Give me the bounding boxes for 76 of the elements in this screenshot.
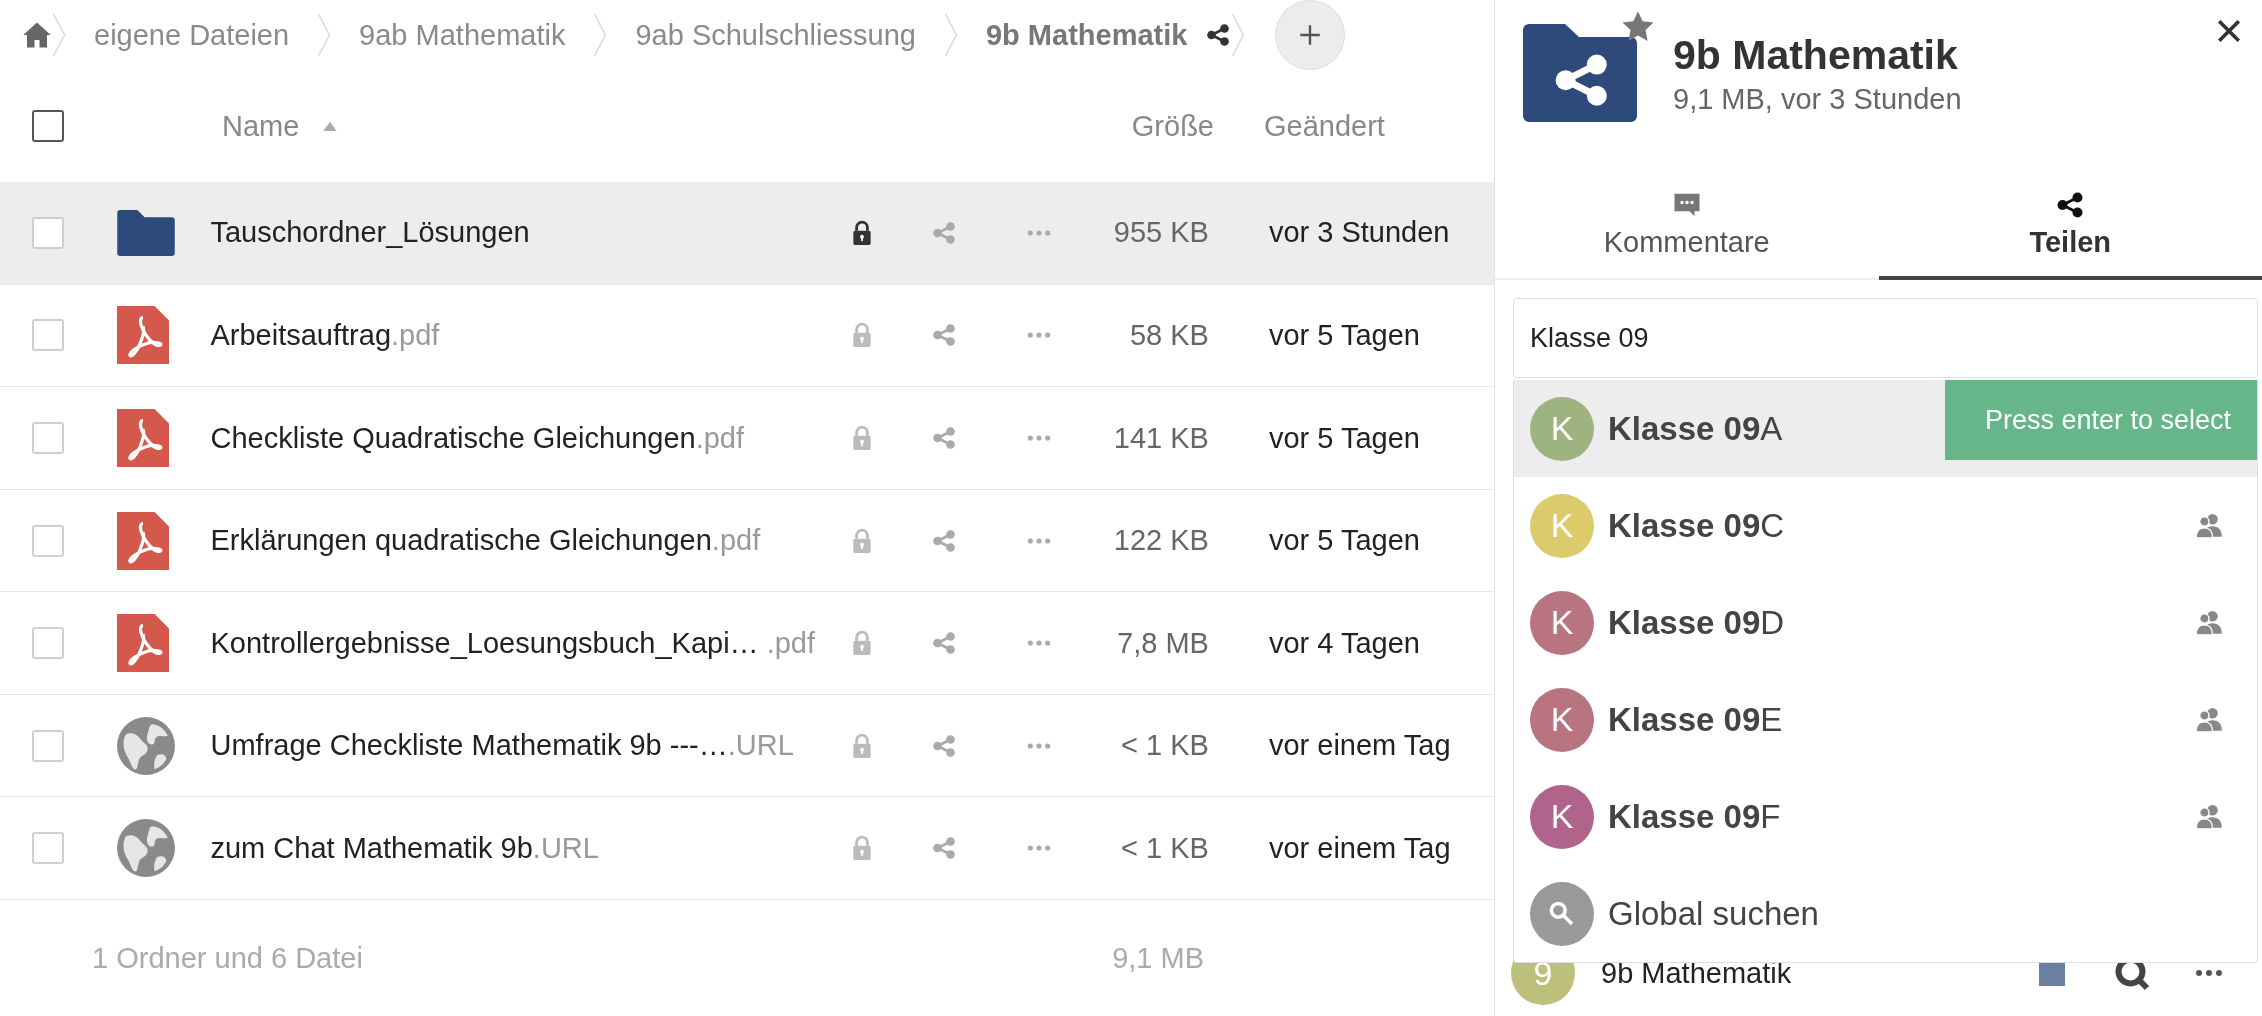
suggestion-item[interactable]: K Klasse 09A Press enter to select [1514,380,2257,477]
file-name[interactable]: Umfrage Checkliste Mathematik 9b ---….URL [210,729,821,763]
row-checkbox[interactable] [32,627,64,660]
avatar: K [1530,784,1594,849]
file-row[interactable]: Checkliste Quadratische Gleichungen.pdf 141 KB vor 5 Tagen [0,387,1494,490]
suggestion-item[interactable]: K Klasse 09F [1514,768,2257,865]
file-name[interactable]: Kontrollergebnisse_Loesungsbuch_Kapi… .pdf [210,626,821,660]
row-checkbox[interactable] [32,524,64,557]
home-icon[interactable] [22,20,52,50]
file-name[interactable]: zum Chat Mathematik 9b.URL [210,831,821,865]
modified-time: vor 5 Tagen [1267,524,1421,558]
globe-icon [116,716,175,775]
modified-time: vor einem Tag [1267,729,1452,763]
row-checkbox[interactable] [32,729,64,762]
chevron-icon [593,13,608,57]
avatar: K [1530,396,1594,461]
panel-subtitle: 9,1 MB, vor 3 Stunden [1673,83,1962,116]
row-checkbox[interactable] [32,216,64,249]
modified-time: vor einem Tag [1267,831,1452,865]
column-header[interactable]: Name [222,109,300,143]
column-header[interactable]: Geändert [1214,109,1494,143]
chevron-icon [943,13,958,57]
suggestion-item[interactable]: K Klasse 09D [1514,574,2257,671]
file-row[interactable]: Erklärungen quadratische Gleichungen.pdf 122 KB vor 5 Tagen [0,489,1494,593]
chevron-icon [1231,13,1246,57]
file-size: < 1 KB [1120,729,1209,763]
chevron-icon [52,13,66,57]
file-size: < 1 KB [1120,831,1209,865]
enter-hint: Press enter to select [1944,380,2257,460]
tab[interactable]: Kommentare [1495,190,1879,280]
breadcrumb-link[interactable]: 9b Mathematik [957,18,1206,52]
avatar: K [1530,590,1594,655]
file-size: 141 KB [1112,421,1209,455]
file-name[interactable]: Erklärungen quadratische Gleichungen.pdf [210,524,821,558]
pdf-icon [116,511,169,570]
close-icon[interactable] [2216,18,2242,44]
file-row[interactable]: Tauschordner_Lösungen 955 KB vor 3 Stunden [0,182,1494,285]
select-all-checkbox[interactable] [32,110,64,143]
row-checkbox[interactable] [32,832,64,865]
row-checkbox[interactable] [32,319,64,352]
sort-icon[interactable] [323,121,338,131]
star-icon[interactable] [1621,10,1655,44]
modified-time: vor 5 Tagen [1267,319,1421,352]
file-size: 7,8 MB [1116,626,1209,660]
file-row[interactable]: Arbeitsauftrag.pdf 58 KB vor 5 Tagen [0,284,1494,388]
pdf-icon [116,306,169,365]
panel-title: 9b Mathematik [1673,32,1959,79]
file-size: 58 KB [1128,319,1209,352]
globe-icon [116,819,175,878]
modified-time: vor 3 Stunden [1267,216,1451,250]
tab[interactable]: Teilen [1878,190,2262,280]
chevron-icon [317,13,332,57]
avatar: K [1530,493,1594,558]
column-header[interactable]: Größe [1084,109,1214,143]
file-row[interactable]: zum Chat Mathematik 9b.URL < 1 KB vor einem Tag [0,797,1494,900]
file-row[interactable]: Kontrollergebnisse_Loesungsbuch_Kapi… .pdf 7,8 MB vor 4 Tagen [0,592,1494,695]
file-size: 122 KB [1112,524,1209,558]
suggestion-item[interactable]: K Klasse 09E [1514,671,2257,768]
share-icon[interactable] [1205,22,1232,48]
file-size: 955 KB [1112,216,1209,250]
shared-folder-icon [1523,24,1637,122]
share-search-field[interactable]: Klasse 09 [1513,298,2258,378]
suggestion-item[interactable]: K Klasse 09C [1514,477,2257,574]
file-name[interactable]: Checkliste Quadratische Gleichungen.pdf [210,421,821,455]
modified-time: vor 4 Tagen [1267,626,1421,660]
file-name[interactable]: Arbeitsauftrag.pdf [210,319,821,352]
summary-text: 1 Ordner und 6 Datei [91,941,364,975]
row-checkbox[interactable] [32,422,64,455]
file-row[interactable]: Umfrage Checkliste Mathematik 9b ---….URL < 1 KB vor einem Tag [0,694,1494,798]
folder-icon [116,209,175,256]
avatar: K [1530,687,1594,752]
total-size: 9,1 MB [1111,941,1204,975]
pdf-icon [116,614,169,673]
pdf-icon [116,409,169,468]
file-name[interactable]: Tauschordner_Lösungen [210,216,821,250]
modified-time: vor 5 Tagen [1267,421,1421,455]
